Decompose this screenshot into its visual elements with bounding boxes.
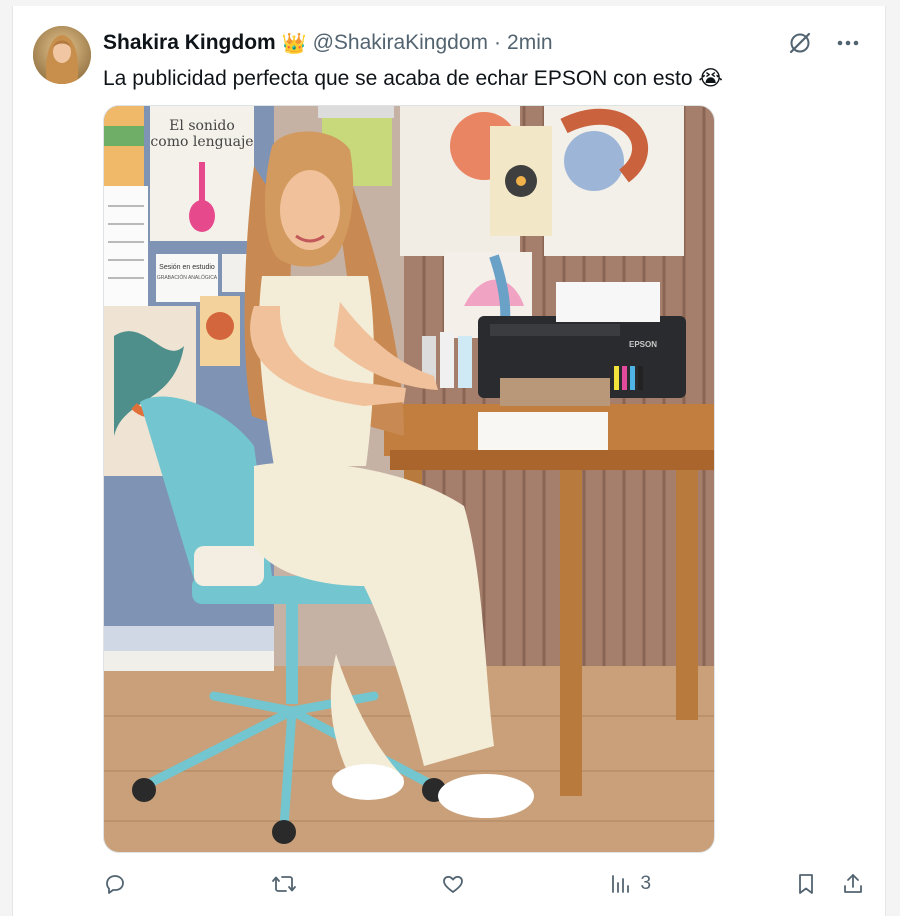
tweet-card[interactable]: Shakira Kingdom 👑 @ShakiraKingdom · 2min… xyxy=(12,6,886,916)
heart-icon xyxy=(442,875,463,893)
reply-button[interactable] xyxy=(103,872,127,896)
secondary-actions xyxy=(795,872,865,896)
tweet-text: La publicidad perfecta que se acaba de e… xyxy=(103,64,723,94)
note-line2: GRABACIÓN ANALÓGICA xyxy=(157,274,218,281)
share-button[interactable] xyxy=(841,872,865,896)
views-button[interactable]: 3 xyxy=(609,872,652,896)
tweet-header: Shakira Kingdom 👑 @ShakiraKingdom · 2min xyxy=(103,28,553,58)
author-name[interactable]: Shakira Kingdom xyxy=(103,31,276,55)
poster-title-line1: El sonido xyxy=(169,118,235,134)
like-button[interactable] xyxy=(441,872,465,896)
separator-dot: · xyxy=(494,31,502,54)
crown-icon: 👑 xyxy=(281,32,307,55)
avatar[interactable] xyxy=(33,26,91,84)
tweet-text-body: La publicidad perfecta que se acaba de e… xyxy=(103,67,693,90)
media-photo: El sonido como lenguaje Sesión en estudi… xyxy=(104,106,714,852)
reply-icon xyxy=(106,875,124,894)
note-line1: Sesión en estudio xyxy=(159,264,215,271)
bookmark-icon xyxy=(799,874,813,894)
printer-brand: EPSON xyxy=(629,340,657,349)
grok-icon[interactable] xyxy=(785,28,815,58)
timestamp[interactable]: 2min xyxy=(507,31,553,55)
share-icon xyxy=(844,874,862,893)
tweet-action-bar: 3 xyxy=(103,868,865,900)
avatar-image xyxy=(33,26,91,84)
bookmark-button[interactable] xyxy=(795,872,817,896)
crying-emoji: 😭 xyxy=(698,67,723,90)
retweet-icon xyxy=(271,876,296,892)
retweet-button[interactable] xyxy=(271,872,297,896)
author-handle[interactable]: @ShakiraKingdom xyxy=(313,31,488,55)
poster-title-line2: como lenguaje xyxy=(150,134,253,150)
views-count: 3 xyxy=(640,873,652,894)
tweet-media[interactable]: El sonido como lenguaje Sesión en estudi… xyxy=(103,105,715,853)
top-right-actions xyxy=(785,28,863,58)
more-options-icon[interactable] xyxy=(833,28,863,58)
views-icon xyxy=(611,875,629,893)
